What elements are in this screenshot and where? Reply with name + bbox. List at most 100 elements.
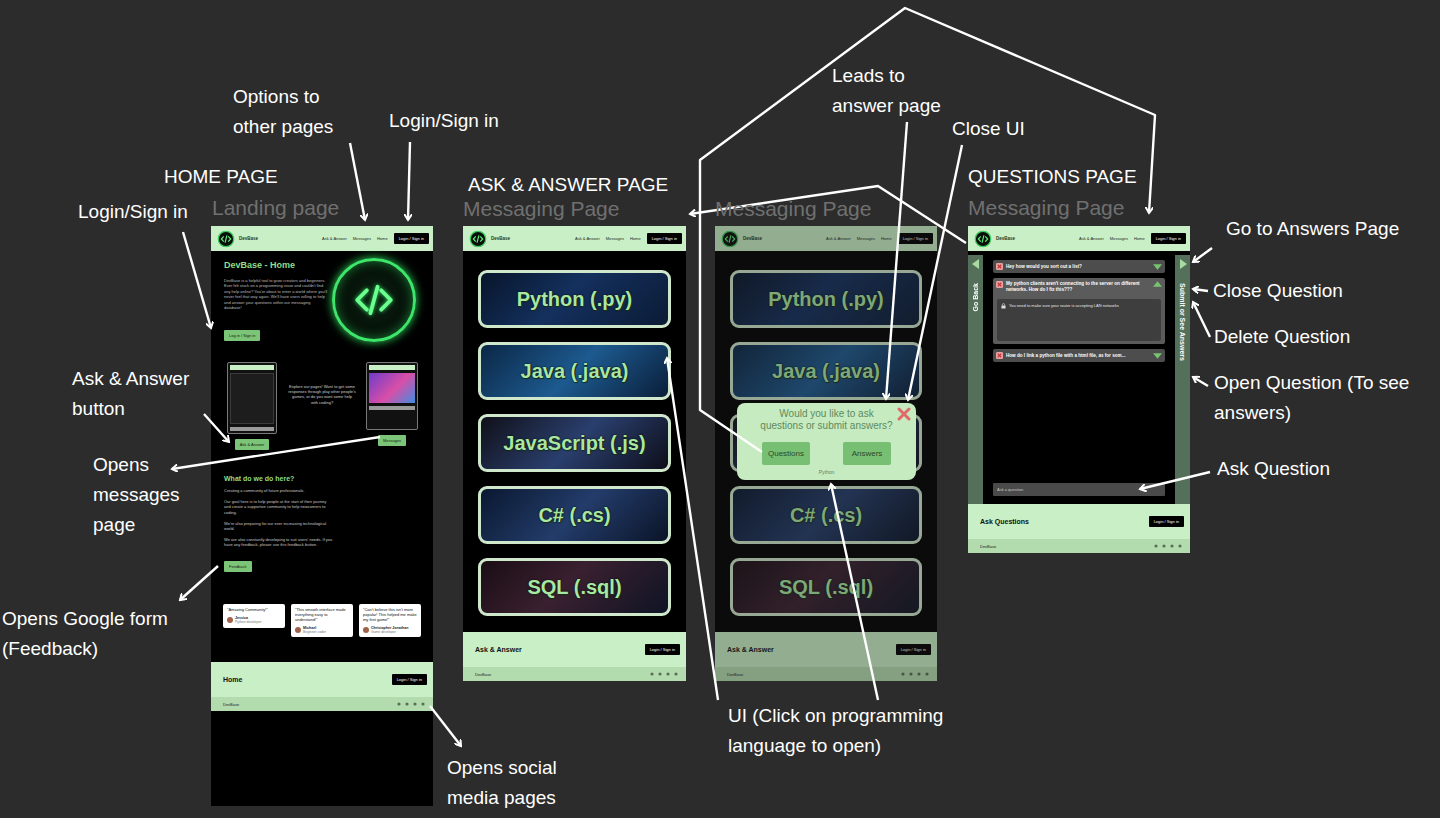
login-button[interactable]: Login / Sign in (394, 233, 429, 244)
social-media-icon[interactable] (421, 702, 425, 706)
page-title: DevBase - Home (224, 260, 328, 270)
choice-popup: Would you like to ask questions or submi… (737, 403, 916, 480)
popup-button[interactable]: Answers (843, 442, 891, 465)
popup-language: Python (819, 469, 835, 475)
answer-text: You need to make sure your router is acc… (1009, 303, 1119, 308)
nav-link[interactable]: Home (1134, 236, 1145, 241)
ask-answer-button[interactable]: Ask & Answer (235, 439, 270, 450)
login-button[interactable]: Login / Sign in (647, 233, 682, 244)
social-media-icon[interactable] (1162, 544, 1166, 548)
social-media-icon[interactable] (1170, 544, 1174, 548)
brand-name: DevBase (239, 236, 258, 241)
language-list: Python (.py) Java (.java) JavaScript (.js)… (463, 251, 686, 632)
social-media-icon[interactable] (650, 672, 654, 676)
annotation-arrow (831, 484, 878, 700)
nav-link[interactable]: Home (377, 236, 388, 241)
frame-caption: QUESTIONS PAGE (968, 166, 1137, 188)
social-media-icon[interactable] (1178, 544, 1182, 548)
nav-link[interactable]: Messages (606, 236, 624, 241)
answers-bar[interactable]: Submit or See Answers (1175, 255, 1190, 504)
logo-icon[interactable] (974, 230, 992, 248)
nav-link[interactable]: Messages (1110, 236, 1128, 241)
question-item[interactable]: How do I link a python file with a html … (993, 349, 1165, 362)
toggle-arrow-icon[interactable] (1153, 353, 1162, 359)
language-label: Java (.java) (521, 360, 629, 383)
annotation-arrow (886, 122, 907, 399)
forward-arrow-icon[interactable] (1179, 259, 1187, 269)
login-button[interactable]: Login / Sign in (392, 674, 427, 685)
social-media-icon[interactable] (397, 702, 401, 706)
annotation-label: Ask Question (1217, 454, 1330, 484)
logo-icon[interactable] (217, 230, 235, 248)
social-media-icon[interactable] (666, 672, 670, 676)
testimonial-quote: "Amazing Community!" (227, 607, 281, 612)
delete-icon[interactable] (996, 352, 1003, 359)
login-button[interactable]: Log in / Sign in (224, 330, 260, 341)
language-card[interactable]: JavaScript (.js) (478, 414, 671, 472)
testimonial-quote: "This smooth interface made everything e… (295, 607, 349, 622)
answer-row: You need to make sure your router is acc… (1001, 303, 1157, 309)
toggle-arrow-icon[interactable] (1153, 264, 1162, 270)
testimonial-quote: "Can't believe this isn't more popular! … (363, 607, 417, 622)
popup-prompt: Would you like to ask questions or submi… (759, 408, 894, 432)
social-media-icon[interactable] (1154, 544, 1158, 548)
testimonial-name: Jessica (235, 616, 261, 620)
frame-subtitle: Messaging Page (463, 198, 619, 220)
annotation-arrow (204, 414, 229, 442)
hero-logo-icon (332, 258, 416, 342)
language-card[interactable]: SQL (.sql) (478, 558, 671, 616)
nav-link[interactable]: Ask & Answer (1079, 236, 1104, 241)
nav-link[interactable]: Ask & Answer (575, 236, 600, 241)
language-label: SQL (.sql) (527, 576, 621, 599)
popup-button[interactable]: Questions (762, 442, 810, 465)
nav-bar: DevBaseAsk & AnswerMessagesHomeLogin / S… (968, 226, 1190, 251)
annotation-label: Close UI (952, 114, 1025, 144)
ask-question-input[interactable] (993, 483, 1165, 496)
social-media-icon[interactable] (658, 672, 662, 676)
feedback-button[interactable]: Feedback (224, 561, 252, 572)
annotation-arrow (700, 8, 1155, 452)
answers-label: Submit or See Answers (1179, 283, 1186, 361)
language-card[interactable]: Java (.java) (478, 342, 671, 400)
social-media-icon[interactable] (674, 672, 678, 676)
annotation-label: Opens messages page (93, 450, 188, 540)
footer-brand: DevBase (980, 544, 996, 549)
nav-link[interactable]: Messages (353, 236, 371, 241)
messages-button[interactable]: Messages (378, 435, 406, 446)
questions-body: Go Back Hey how would you sort out a list… (968, 251, 1190, 504)
section-title: What do we do here? (224, 475, 420, 482)
annotation-label: Opens social media pages (447, 753, 587, 813)
explore-text: Explore our pages! Want to get some resp… (288, 384, 356, 405)
social-media-icon[interactable] (413, 702, 417, 706)
delete-icon[interactable] (996, 281, 1003, 288)
design-canvas: HOME PAGELanding pageASK & ANSWER PAGEMe… (0, 0, 1440, 818)
delete-icon[interactable] (996, 263, 1003, 270)
annotation-label: Ask & Answer button (72, 364, 212, 424)
language-label: JavaScript (.js) (503, 432, 645, 455)
ask-answer-page-frame: DevBaseAsk & AnswerMessagesHomeLogin / S… (463, 226, 686, 681)
language-card[interactable]: Python (.py) (478, 270, 671, 328)
login-button[interactable]: Login / Sign in (1151, 233, 1186, 244)
logo-icon[interactable] (469, 230, 487, 248)
nav-link[interactable]: Ask & Answer (322, 236, 347, 241)
toggle-arrow-icon[interactable] (1153, 281, 1162, 287)
footer: Ask QuestionsLogin / Sign inDevBase (968, 504, 1190, 553)
login-button[interactable]: Login / Sign in (645, 644, 680, 655)
annotation-arrow (180, 566, 218, 600)
annotation-label: Login/Sign in (78, 197, 188, 227)
question-item[interactable]: My python clients aren't connecting to t… (993, 278, 1165, 344)
frame-subtitle: Messaging Page (968, 197, 1124, 219)
preview-section: Ask & Answer Explore our pages! Want to g… (211, 362, 433, 462)
close-icon[interactable] (896, 406, 912, 422)
language-card[interactable]: C# (.cs) (478, 486, 671, 544)
social-media-icon[interactable] (405, 702, 409, 706)
back-arrow-icon[interactable] (972, 259, 980, 269)
go-back-bar[interactable]: Go Back (968, 255, 983, 504)
nav-link[interactable]: Home (630, 236, 641, 241)
frame-subtitle: Messaging Page (715, 198, 871, 220)
testimonials: "Amazing Community!"JessicaPython develo… (211, 598, 433, 662)
login-button[interactable]: Login / Sign in (1149, 516, 1184, 527)
home-page-frame: DevBase Ask & Answer Messages Home Login / S… (211, 226, 433, 806)
annotation-arrow (350, 143, 365, 220)
question-item[interactable]: Hey how would you sort out a list? (993, 260, 1165, 273)
